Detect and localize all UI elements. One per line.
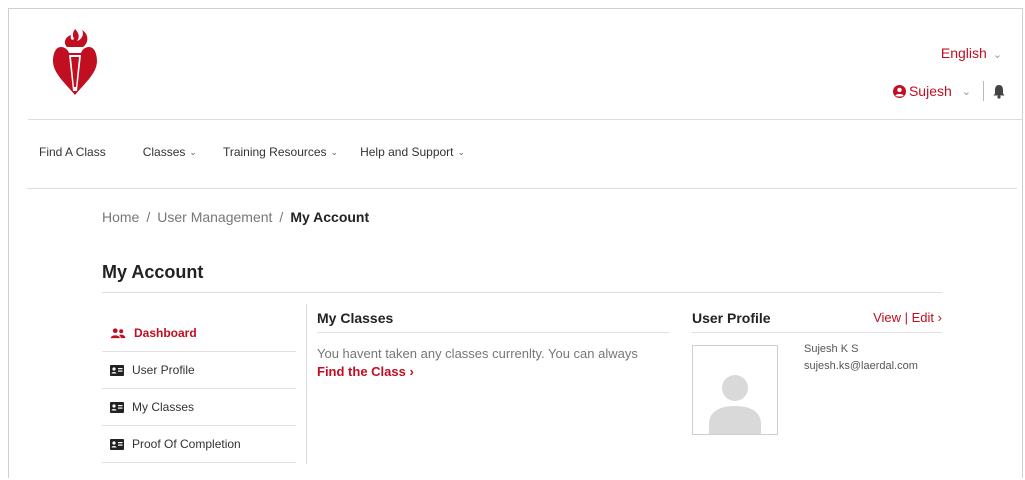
nav-classes[interactable]: Classes ⌄ (143, 145, 197, 159)
user-profile-title: User Profile (692, 310, 771, 326)
user-full-name: Sujesh K S (804, 343, 859, 355)
my-classes-panel: My Classes You havent taken any classes … (317, 310, 669, 381)
user-info: Sujesh K S sujesh.ks@laerdal.com (804, 341, 918, 435)
chevron-down-icon: ⌄ (961, 85, 971, 98)
nav-label: Find A Class (39, 145, 106, 159)
find-class-link[interactable]: Find the Class › (317, 364, 414, 379)
nav-help-and-support[interactable]: Help and Support ⌄ (360, 145, 465, 159)
nav-label: Help and Support (360, 145, 454, 159)
sidebar-item-label: Proof Of Completion (132, 437, 241, 451)
chevron-down-icon: ⌄ (457, 146, 466, 157)
id-card-icon (110, 438, 124, 450)
breadcrumb-user-management[interactable]: User Management (157, 209, 272, 225)
sidebar-item-label: Dashboard (134, 326, 197, 340)
divider (306, 304, 307, 464)
sidebar-item-label: My Classes (132, 400, 195, 414)
nav-training-resources[interactable]: Training Resources ⌄ (223, 145, 338, 159)
user-profile-panel: User Profile View | Edit › Sujesh K S su… (692, 310, 942, 435)
heart-torch-logo-icon[interactable] (53, 29, 97, 97)
divider (27, 188, 1017, 189)
chevron-down-icon: ⌄ (992, 49, 1002, 61)
divider (983, 81, 984, 101)
language-label: English (940, 45, 987, 61)
chevron-down-icon: ⌄ (330, 146, 339, 157)
view-edit-label: View | Edit (873, 310, 935, 325)
divider (102, 292, 942, 293)
language-selector[interactable]: English ⌄ (941, 45, 1002, 61)
bell-icon[interactable] (992, 84, 1006, 99)
user-name: Sujesh (908, 83, 952, 99)
avatar (692, 345, 778, 435)
sidebar-item-proof-of-completion[interactable]: Proof Of Completion (102, 426, 296, 463)
chevron-down-icon: ⌄ (189, 146, 197, 157)
sidebar-item-user-profile[interactable]: User Profile (102, 352, 296, 389)
find-class-label: Find the Class (317, 364, 406, 379)
user-circle-icon (892, 84, 906, 98)
main-nav: Find A Class Classes ⌄ Training Resources… (39, 145, 491, 159)
my-classes-title: My Classes (317, 310, 669, 333)
no-classes-message: You havent taken any classes currenlty. … (317, 345, 669, 381)
user-profile-body: Sujesh K S sujesh.ks@laerdal.com (692, 343, 942, 435)
users-icon (110, 327, 126, 338)
user-placeholder-icon (709, 375, 761, 434)
nav-label: Training Resources (222, 145, 327, 159)
user-email: sujesh.ks@laerdal.com (804, 360, 918, 372)
view-edit-link[interactable]: View | Edit › (873, 310, 942, 326)
sidebar-item-my-classes[interactable]: My Classes (102, 389, 296, 426)
account-sidebar: Dashboard User Profile My Classes Proof … (102, 315, 296, 463)
nav-find-a-class[interactable]: Find A Class (39, 145, 106, 159)
id-card-icon (110, 364, 124, 376)
divider (28, 119, 1022, 120)
breadcrumb-home[interactable]: Home (102, 209, 139, 225)
user-menu[interactable]: Sujesh ⌄ (892, 81, 1006, 101)
chevron-right-icon: › (409, 364, 414, 379)
sidebar-item-dashboard[interactable]: Dashboard (102, 315, 296, 352)
breadcrumb: Home / User Management / My Account (102, 209, 370, 225)
breadcrumb-current: My Account (290, 209, 370, 225)
sidebar-item-label: User Profile (132, 363, 195, 377)
page-title: My Account (102, 262, 204, 282)
nav-label: Classes (142, 145, 186, 159)
id-card-icon (110, 401, 124, 413)
user-profile-header: User Profile View | Edit › (692, 310, 942, 333)
chevron-right-icon: › (937, 310, 942, 325)
no-classes-text: You havent taken any classes currenlty. … (317, 346, 638, 361)
